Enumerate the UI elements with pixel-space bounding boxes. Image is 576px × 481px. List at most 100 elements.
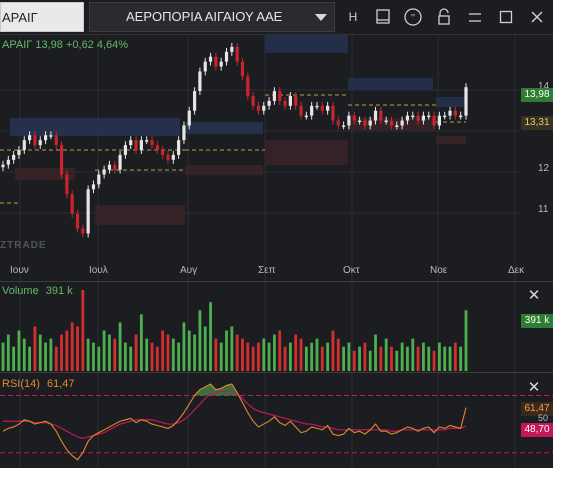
volume-zone xyxy=(185,165,263,175)
rsi-ma-line xyxy=(3,390,467,440)
candle-body xyxy=(363,120,367,126)
volume-bar xyxy=(118,322,122,371)
candle-body xyxy=(272,91,277,101)
candle-body xyxy=(357,120,362,123)
candle-body xyxy=(416,115,420,121)
price-tick-11: 11 xyxy=(538,204,549,215)
candle-body xyxy=(6,159,10,165)
volume-bar xyxy=(12,346,16,371)
candle-body xyxy=(155,145,159,150)
chart-canvas[interactable] xyxy=(0,0,553,468)
candle-body xyxy=(192,91,197,111)
volume-bar xyxy=(278,330,282,371)
rsi-label: RSI(14) xyxy=(2,378,40,390)
volume-bar xyxy=(203,326,207,371)
candle-body xyxy=(208,56,213,62)
legend-change-pct: 4,64% xyxy=(96,39,129,51)
rsi-legend: RSI(14) 61,47 xyxy=(2,378,75,390)
candle-body xyxy=(28,135,32,141)
candle-body xyxy=(267,100,271,106)
volume-bar xyxy=(336,338,340,371)
volume-bar xyxy=(294,334,298,371)
volume-value: 391 k xyxy=(45,285,73,297)
volume-bar xyxy=(230,326,234,371)
volume-bar xyxy=(81,290,85,371)
candle-body xyxy=(411,115,415,118)
close-rsi-icon[interactable]: ✕ xyxy=(527,380,541,395)
volume-bar xyxy=(342,346,345,371)
volume-bar xyxy=(304,346,308,371)
candle-body xyxy=(75,213,80,229)
candle-body xyxy=(59,145,64,175)
volume-bar xyxy=(416,346,420,371)
volume-bar xyxy=(102,330,106,371)
candle-body xyxy=(405,115,410,121)
candle-body xyxy=(278,91,282,101)
volume-bar xyxy=(214,338,218,371)
volume-bar xyxy=(22,338,26,371)
volume-bar xyxy=(464,310,468,371)
rsi-tick-50: 50 xyxy=(538,413,549,423)
candle-body xyxy=(341,125,346,127)
candle-body xyxy=(288,96,292,106)
candle-body xyxy=(150,140,154,146)
volume-bar xyxy=(315,338,319,371)
candle-body xyxy=(187,110,191,126)
candle-body xyxy=(246,76,250,96)
volume-bar xyxy=(395,350,399,371)
volume-bar xyxy=(347,342,351,371)
volume-zone xyxy=(436,97,466,107)
volume-bar xyxy=(145,338,149,371)
candle-body xyxy=(166,154,170,160)
last-price-tag: 13,98 xyxy=(521,88,553,102)
candle-body xyxy=(432,115,436,126)
volume-bar xyxy=(187,330,191,371)
candle-body xyxy=(331,105,335,121)
close-volume-icon[interactable]: ✕ xyxy=(527,288,541,303)
candle-body xyxy=(113,164,117,170)
volume-bar xyxy=(209,302,212,371)
volume-bar xyxy=(320,346,324,371)
volume-bar xyxy=(400,342,404,371)
candle-body xyxy=(139,140,143,150)
volume-bar xyxy=(363,342,367,371)
legend-change: +0,62 xyxy=(65,39,94,51)
candle-body xyxy=(400,120,404,126)
volume-label: Volume xyxy=(2,285,39,297)
candle-body xyxy=(347,115,351,126)
volume-bar xyxy=(28,346,32,371)
candle-body xyxy=(459,115,463,118)
candle-body xyxy=(283,100,287,106)
candle-body xyxy=(65,174,69,195)
candle-body xyxy=(33,135,37,146)
legend-last: 13,98 xyxy=(35,39,63,51)
candle-body xyxy=(203,61,207,72)
volume-bar xyxy=(448,346,452,371)
candle-body xyxy=(182,125,186,141)
volume-zone xyxy=(265,35,348,53)
candle-body xyxy=(17,150,21,155)
volume-bar xyxy=(108,334,111,371)
candle-body xyxy=(448,110,452,116)
volume-zone xyxy=(10,118,180,136)
candle-body xyxy=(352,115,356,121)
candle-body xyxy=(256,105,261,111)
volume-bar xyxy=(283,346,287,371)
volume-bar xyxy=(288,342,292,371)
candle-body xyxy=(336,120,340,126)
candle-body xyxy=(240,61,245,77)
volume-bar xyxy=(437,342,441,371)
candle-body xyxy=(315,105,319,108)
candle-body xyxy=(421,115,426,121)
candle-body xyxy=(102,169,106,175)
volume-bar xyxy=(86,338,90,371)
volume-bar xyxy=(17,330,21,371)
volume-bar xyxy=(166,334,170,371)
candle-body xyxy=(171,154,175,160)
volume-bar xyxy=(251,346,255,371)
candle-body xyxy=(251,96,255,106)
volume-bar xyxy=(193,334,196,371)
volume-bar xyxy=(44,342,47,371)
rsi-value-tag: 61,47 xyxy=(521,402,553,416)
volume-bar xyxy=(379,346,383,371)
